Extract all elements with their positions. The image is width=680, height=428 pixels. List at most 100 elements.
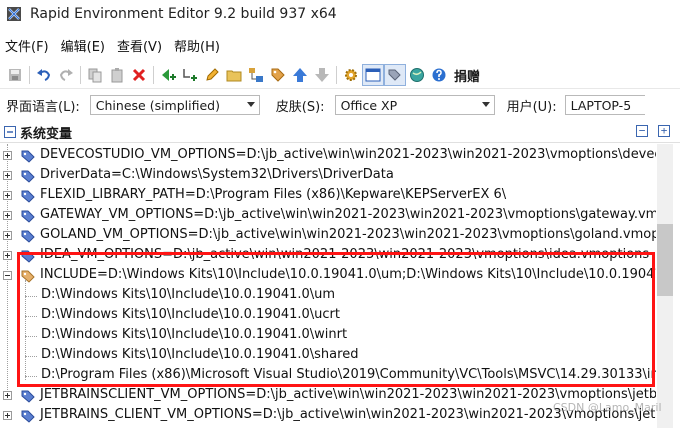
collapse-icon[interactable]	[3, 271, 12, 280]
collapse-all-button[interactable]: −	[636, 125, 648, 137]
menu-bar: 文件(F) 编辑(E) 查看(V) 帮助(H)	[0, 34, 226, 56]
include-value-row[interactable]: D:\Windows Kits\10\Include\10.0.19041.0\…	[0, 326, 656, 346]
variable-row-devecostudio[interactable]: DEVECOSTUDIO_VM_OPTIONS=D:\jb_active\win…	[0, 146, 656, 166]
variable-text: GOLAND_VM_OPTIONS=D:\jb_active\win\win20…	[40, 227, 656, 242]
toolbar-separator	[153, 66, 154, 84]
tag-icon	[21, 250, 35, 263]
move-up-button[interactable]	[289, 64, 311, 86]
donate-button[interactable]: 捐赠	[454, 66, 480, 85]
toolbar-separator	[80, 66, 81, 84]
expand-icon[interactable]	[3, 391, 12, 400]
menu-view[interactable]: 查看(V)	[111, 36, 168, 55]
undo-button[interactable]	[33, 64, 55, 86]
expand-icon[interactable]	[3, 231, 12, 240]
add-value-button[interactable]	[179, 64, 201, 86]
user-label: 用户(U):	[506, 99, 557, 115]
skin-label: 皮肤(S):	[275, 99, 325, 115]
tag-icon	[21, 210, 35, 223]
chevron-down-icon	[481, 102, 490, 107]
variable-text: FLEXID_LIBRARY_PATH=D:\Program Files (x8…	[40, 187, 507, 202]
menu-edit[interactable]: 编辑(E)	[55, 36, 111, 55]
language-value: Chinese (simplified)	[95, 97, 220, 113]
folder-button[interactable]	[223, 64, 245, 86]
tag-icon	[21, 410, 35, 423]
tag-icon	[21, 230, 35, 243]
title-bar: Rapid Environment Editor 9.2 build 937 x…	[0, 0, 680, 28]
delete-icon	[132, 68, 146, 82]
include-value-row[interactable]: D:\Windows Kits\10\Include\10.0.19041.0\…	[0, 286, 656, 306]
arrow-down-icon	[315, 68, 329, 82]
pencil-icon	[206, 68, 219, 81]
menu-help[interactable]: 帮助(H)	[168, 36, 226, 55]
help-button[interactable]	[428, 64, 450, 86]
save-button[interactable]	[4, 64, 26, 86]
expand-icon[interactable]	[3, 191, 12, 200]
redo-icon	[59, 69, 73, 81]
variable-row-flexid[interactable]: FLEXID_LIBRARY_PATH=D:\Program Files (x8…	[0, 186, 656, 206]
variable-row-idea[interactable]: IDEA_VM_OPTIONS=D:\jb_active\win\win2021…	[0, 246, 656, 266]
variables-tree: DEVECOSTUDIO_VM_OPTIONS=D:\jb_active\win…	[0, 144, 656, 428]
variable-text: INCLUDE=D:\Windows Kits\10\Include\10.0.…	[40, 267, 656, 282]
scrollbar-thumb[interactable]	[657, 224, 673, 296]
value-text: D:\Windows Kits\10\Include\10.0.19041.0\…	[41, 287, 336, 302]
tags-view-button[interactable]	[384, 64, 406, 86]
expand-icon[interactable]	[3, 211, 12, 220]
variable-row-gateway[interactable]: GATEWAY_VM_OPTIONS=D:\jb_active\win\win2…	[0, 206, 656, 226]
save-icon	[9, 69, 21, 81]
help-icon	[432, 68, 446, 82]
variable-row-goland[interactable]: GOLAND_VM_OPTIONS=D:\jb_active\win\win20…	[0, 226, 656, 246]
copy-icon	[88, 68, 102, 83]
tag-icon	[21, 270, 35, 283]
variable-text: DriverData=C:\Windows\System32\Drivers\D…	[40, 167, 394, 182]
globe-icon	[410, 68, 424, 82]
window-icon	[365, 68, 381, 82]
paste-button[interactable]	[106, 64, 128, 86]
collapse-panel-icon[interactable]	[4, 126, 16, 138]
move-down-button[interactable]	[311, 64, 333, 86]
tag-icon	[271, 68, 285, 82]
user-value: LAPTOP-5	[570, 97, 632, 113]
value-text: D:\Windows Kits\10\Include\10.0.19041.0\…	[41, 307, 340, 322]
tag-icon	[21, 170, 35, 183]
include-value-row[interactable]: D:\Windows Kits\10\Include\10.0.19041.0\…	[0, 306, 656, 326]
window-title: Rapid Environment Editor 9.2 build 937 x…	[30, 6, 337, 22]
edit-button[interactable]	[201, 64, 223, 86]
include-value-row[interactable]: D:\Windows Kits\10\Include\10.0.19041.0\…	[0, 346, 656, 366]
expand-icon[interactable]	[3, 411, 12, 420]
add-variable-icon	[162, 69, 176, 81]
window-view-button[interactable]	[362, 64, 384, 86]
tag-icon	[21, 190, 35, 203]
web-button[interactable]	[406, 64, 428, 86]
toolbar: 捐赠	[0, 62, 680, 89]
skin-select[interactable]: Office XP	[334, 95, 495, 115]
options-bar: 界面语言(L): Chinese (simplified) 皮肤(S): Off…	[0, 92, 680, 118]
copy-button[interactable]	[84, 64, 106, 86]
redo-button[interactable]	[55, 64, 77, 86]
chevron-down-icon	[246, 102, 255, 107]
app-logo-icon	[7, 7, 21, 21]
expand-all-button[interactable]: +	[658, 125, 670, 137]
expand-icon[interactable]	[3, 151, 12, 160]
tag-button[interactable]	[267, 64, 289, 86]
include-value-row[interactable]: D:\Program Files (x86)\Microsoft Visual …	[0, 366, 656, 386]
toolbar-separator	[336, 66, 337, 84]
value-text: D:\Windows Kits\10\Include\10.0.19041.0\…	[41, 347, 359, 362]
settings-button[interactable]	[340, 64, 362, 86]
watermark: CSDN @Lamo_Maril	[553, 401, 662, 414]
tree-view-button[interactable]	[245, 64, 267, 86]
user-select[interactable]: LAPTOP-5	[564, 95, 645, 115]
variable-text: IDEA_VM_OPTIONS=D:\jb_active\win\win2021…	[40, 247, 650, 262]
variable-row-driverdata[interactable]: DriverData=C:\Windows\System32\Drivers\D…	[0, 166, 656, 186]
value-text: D:\Program Files (x86)\Microsoft Visual …	[41, 367, 656, 382]
expand-icon[interactable]	[3, 171, 12, 180]
menu-file[interactable]: 文件(F)	[0, 36, 55, 55]
tag-icon	[21, 150, 35, 163]
variable-text: JETBRAINSCLIENT_VM_OPTIONS=D:\jb_active\…	[40, 387, 656, 402]
toolbar-separator	[29, 66, 30, 84]
add-variable-button[interactable]	[157, 64, 179, 86]
variable-row-include[interactable]: INCLUDE=D:\Windows Kits\10\Include\10.0.…	[0, 266, 656, 286]
language-select[interactable]: Chinese (simplified)	[89, 95, 260, 115]
undo-icon	[37, 69, 51, 81]
delete-button[interactable]	[128, 64, 150, 86]
expand-icon[interactable]	[3, 251, 12, 260]
